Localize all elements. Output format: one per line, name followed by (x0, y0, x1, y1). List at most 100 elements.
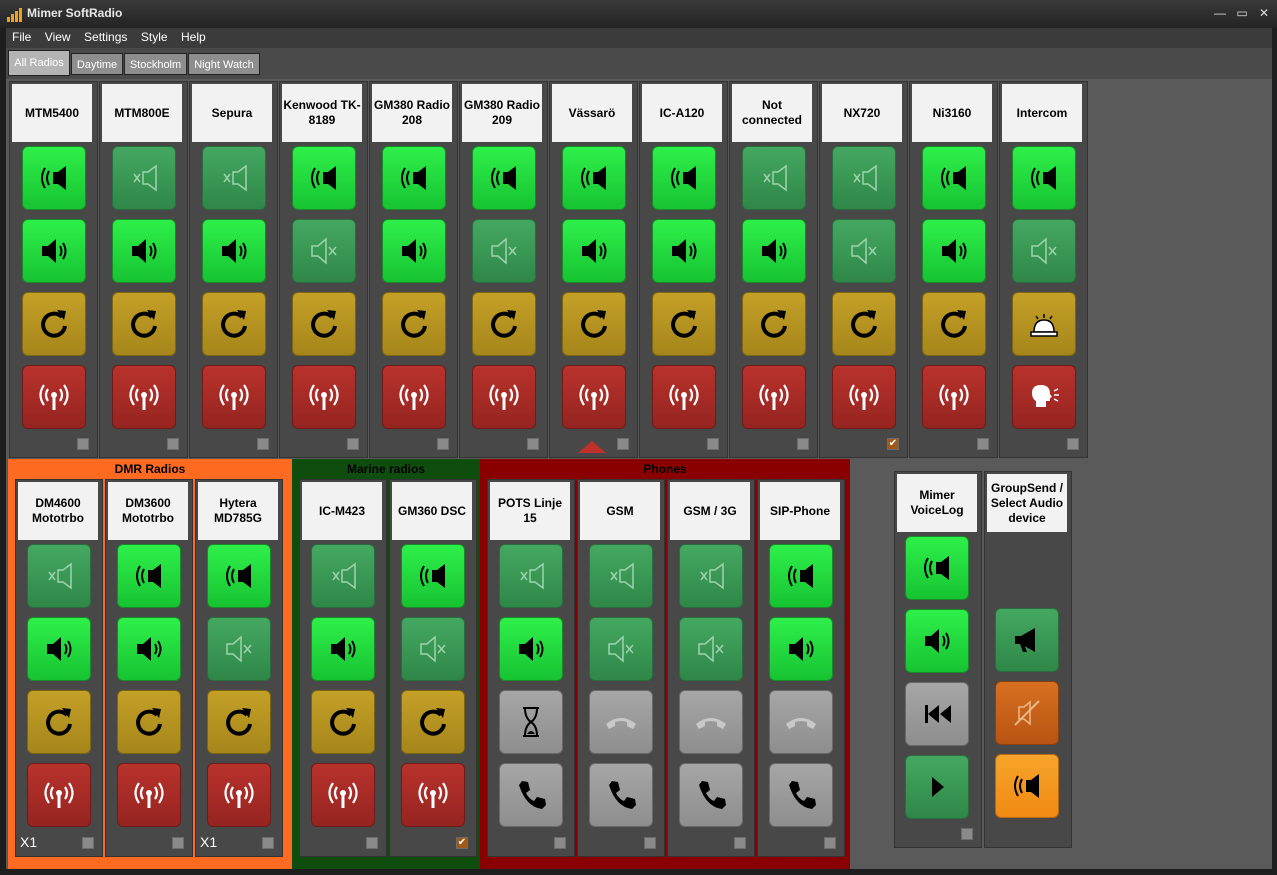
select-checkbox[interactable] (707, 438, 719, 450)
tab-night-watch[interactable]: Night Watch (188, 53, 260, 75)
refresh-button[interactable] (207, 690, 271, 754)
select-checkbox[interactable] (644, 837, 656, 849)
select-checkbox[interactable] (366, 837, 378, 849)
ptt-button[interactable] (382, 146, 446, 210)
ptt-button[interactable] (117, 544, 181, 608)
speaker-button[interactable] (292, 219, 356, 283)
antenna-button[interactable] (292, 365, 356, 429)
antenna-button[interactable] (27, 763, 91, 827)
menu-help[interactable]: Help (178, 28, 209, 46)
maximize-button[interactable]: ▭ (1233, 5, 1251, 21)
ptt-button[interactable] (499, 544, 563, 608)
ptt-button[interactable] (27, 544, 91, 608)
select-checkbox[interactable] (527, 438, 539, 450)
voice-button[interactable] (1012, 365, 1076, 429)
speaker-button[interactable] (207, 617, 271, 681)
voicelog-ptt-button[interactable] (905, 536, 969, 600)
select-checkbox[interactable] (437, 438, 449, 450)
menu-view[interactable]: View (42, 28, 74, 46)
speaker-button[interactable] (382, 219, 446, 283)
speaker-button[interactable] (922, 219, 986, 283)
ptt-button[interactable] (652, 146, 716, 210)
speaker-button[interactable] (117, 617, 181, 681)
tab-daytime[interactable]: Daytime (71, 53, 123, 75)
speaker-button[interactable] (472, 219, 536, 283)
refresh-button[interactable] (742, 292, 806, 356)
refresh-button[interactable] (832, 292, 896, 356)
antenna-button[interactable] (401, 763, 465, 827)
ptt-button[interactable] (207, 544, 271, 608)
antenna-button[interactable] (311, 763, 375, 827)
refresh-button[interactable] (202, 292, 266, 356)
phone-button[interactable] (769, 763, 833, 827)
voicelog-play-button[interactable] (905, 755, 969, 819)
menu-file[interactable]: File (9, 28, 34, 46)
speaker-button[interactable] (311, 617, 375, 681)
groupsend-button[interactable] (995, 608, 1059, 672)
antenna-button[interactable] (112, 365, 176, 429)
ptt-button[interactable] (311, 544, 375, 608)
refresh-button[interactable] (292, 292, 356, 356)
select-checkbox[interactable] (82, 837, 94, 849)
select-checkbox[interactable]: ✔ (456, 837, 468, 849)
select-checkbox[interactable] (172, 837, 184, 849)
refresh-button[interactable] (22, 292, 86, 356)
hourglass-button[interactable] (499, 690, 563, 754)
ptt-button[interactable] (112, 146, 176, 210)
refresh-button[interactable] (382, 292, 446, 356)
audio-device-mute-button[interactable] (995, 681, 1059, 745)
antenna-button[interactable] (922, 365, 986, 429)
select-checkbox[interactable] (824, 837, 836, 849)
menu-style[interactable]: Style (138, 28, 171, 46)
select-checkbox[interactable] (734, 837, 746, 849)
ptt-button[interactable] (679, 544, 743, 608)
ptt-button[interactable] (1012, 146, 1076, 210)
voicelog-previous-button[interactable] (905, 682, 969, 746)
ptt-button[interactable] (292, 146, 356, 210)
select-checkbox[interactable] (797, 438, 809, 450)
antenna-button[interactable] (207, 763, 271, 827)
bell-button[interactable] (1012, 292, 1076, 356)
antenna-button[interactable] (832, 365, 896, 429)
antenna-button[interactable] (22, 365, 86, 429)
groupsend-ptt-button[interactable] (995, 754, 1059, 818)
refresh-button[interactable] (27, 690, 91, 754)
speaker-button[interactable] (742, 219, 806, 283)
voicelog-checkbox[interactable] (961, 828, 973, 840)
menu-settings[interactable]: Settings (81, 28, 130, 46)
speaker-button[interactable] (1012, 219, 1076, 283)
antenna-button[interactable] (472, 365, 536, 429)
speaker-button[interactable] (22, 219, 86, 283)
speaker-button[interactable] (679, 617, 743, 681)
ptt-button[interactable] (401, 544, 465, 608)
refresh-button[interactable] (311, 690, 375, 754)
select-checkbox[interactable] (977, 438, 989, 450)
speaker-button[interactable] (499, 617, 563, 681)
speaker-button[interactable] (769, 617, 833, 681)
speaker-button[interactable] (562, 219, 626, 283)
antenna-button[interactable] (742, 365, 806, 429)
ptt-button[interactable] (202, 146, 266, 210)
hangup-button[interactable] (589, 690, 653, 754)
refresh-button[interactable] (472, 292, 536, 356)
ptt-button[interactable] (832, 146, 896, 210)
refresh-button[interactable] (922, 292, 986, 356)
phone-button[interactable] (589, 763, 653, 827)
ptt-button[interactable] (472, 146, 536, 210)
antenna-button[interactable] (652, 365, 716, 429)
phone-button[interactable] (679, 763, 743, 827)
select-checkbox[interactable] (554, 837, 566, 849)
ptt-button[interactable] (922, 146, 986, 210)
select-checkbox[interactable] (347, 438, 359, 450)
ptt-button[interactable] (562, 146, 626, 210)
select-checkbox[interactable] (262, 837, 274, 849)
refresh-button[interactable] (401, 690, 465, 754)
speaker-button[interactable] (202, 219, 266, 283)
antenna-button[interactable] (117, 763, 181, 827)
antenna-button[interactable] (562, 365, 626, 429)
speaker-button[interactable] (401, 617, 465, 681)
hangup-button[interactable] (679, 690, 743, 754)
antenna-button[interactable] (202, 365, 266, 429)
select-checkbox[interactable] (1067, 438, 1079, 450)
speaker-button[interactable] (27, 617, 91, 681)
